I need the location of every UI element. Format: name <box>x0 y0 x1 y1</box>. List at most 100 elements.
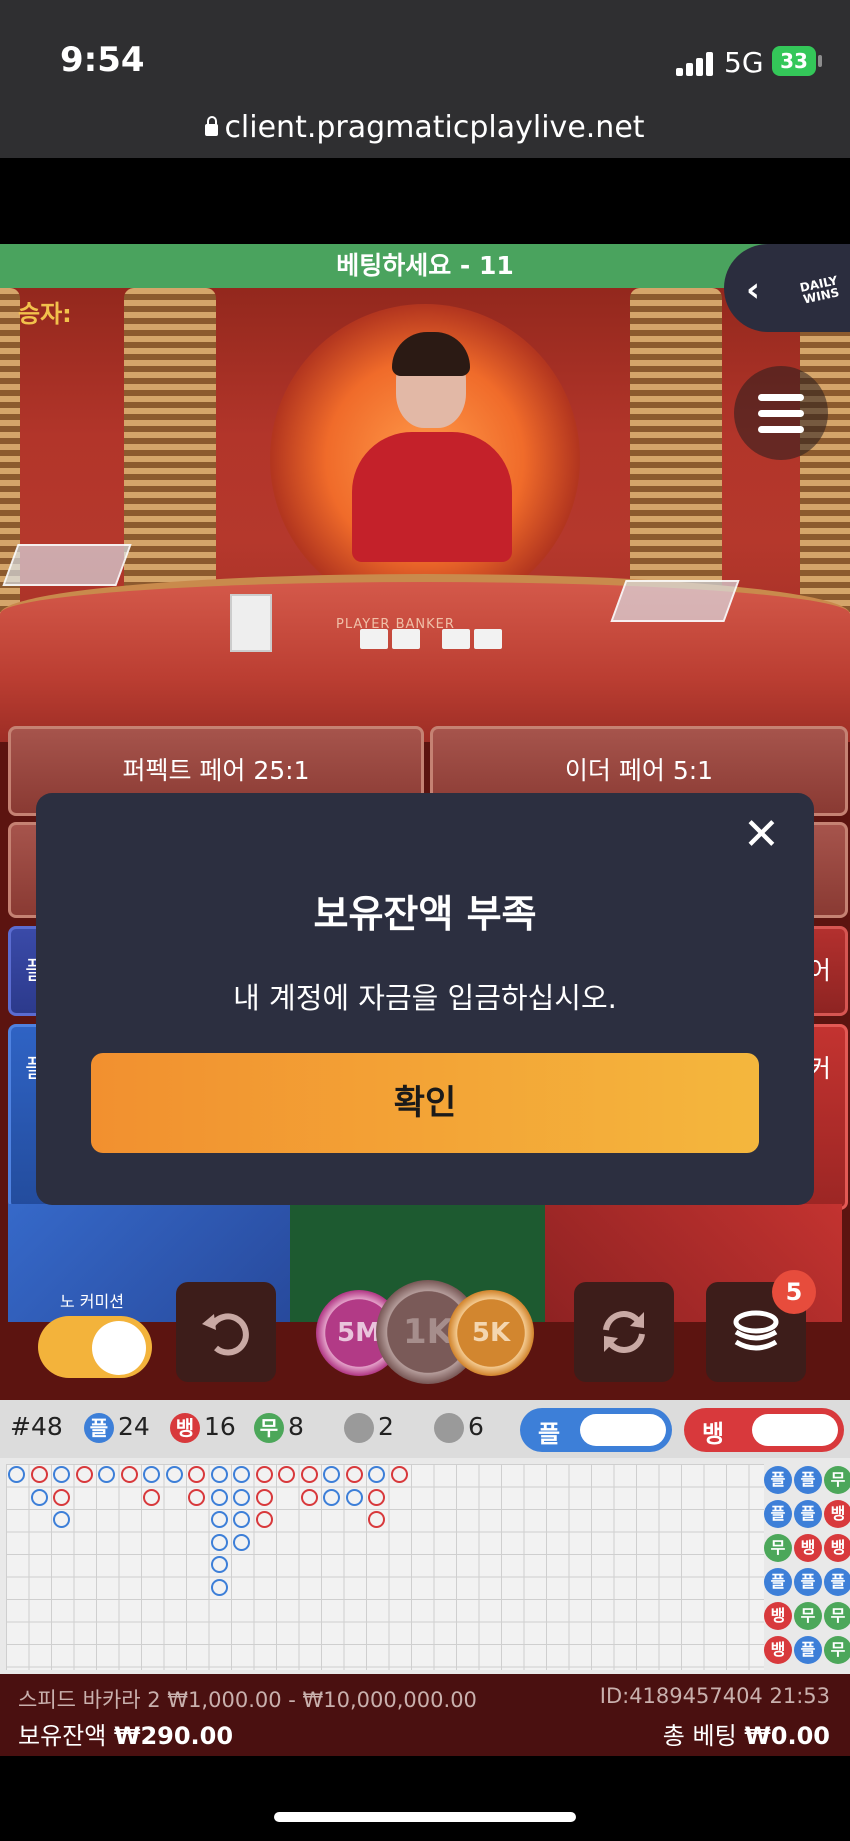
bead-marker: 플 <box>824 1568 850 1596</box>
player-ask-preview <box>580 1414 666 1446</box>
banker-pair-pill <box>434 1413 464 1443</box>
table-limits: 스피드 바카라 2 ₩1,000.00 - ₩10,000,000.00 <box>18 1688 477 1712</box>
road-marker <box>390 1466 408 1483</box>
chip-5k[interactable]: 5K <box>448 1290 534 1376</box>
road-marker <box>345 1488 363 1506</box>
road-marker <box>233 1533 250 1551</box>
road-marker <box>210 1511 228 1528</box>
hamburger-icon <box>758 394 804 401</box>
road-marker <box>323 1466 340 1483</box>
balance-label: 보유잔액 <box>18 1722 107 1750</box>
big-road-grid <box>6 1464 764 1670</box>
total-bet-value: ₩0.00 <box>744 1722 830 1750</box>
undo-button[interactable] <box>176 1282 276 1382</box>
card-deck <box>230 594 272 652</box>
battery-tip <box>818 55 822 67</box>
road-marker <box>210 1466 228 1483</box>
hamburger-icon <box>758 410 804 417</box>
road-marker <box>368 1511 385 1528</box>
round-number: #48 <box>10 1412 63 1441</box>
player-pair-value: 2 <box>378 1412 394 1441</box>
road-marker <box>368 1466 385 1483</box>
bead-plate: 플플무플플뱅무뱅뱅플플플뱅무무뱅플무 <box>764 1464 850 1670</box>
playing-card <box>360 629 388 649</box>
banker-pair-value: 6 <box>468 1412 484 1441</box>
banker-ask-preview <box>752 1414 838 1446</box>
undo-icon <box>202 1313 249 1356</box>
bead-marker: 플 <box>794 1466 822 1494</box>
refresh-icon <box>603 1311 645 1353</box>
tie-count-value: 8 <box>288 1412 304 1441</box>
balance-value: ₩290.00 <box>113 1722 234 1750</box>
road-marker <box>210 1578 228 1596</box>
bead-marker: 무 <box>824 1602 850 1630</box>
balance: 보유잔액 ₩290.00 <box>18 1716 233 1751</box>
road-marker <box>53 1488 70 1506</box>
bead-marker: 뱅 <box>794 1534 822 1562</box>
road-marker <box>323 1488 340 1506</box>
banker-ask-label: 뱅 <box>702 1420 725 1448</box>
road-marker <box>233 1488 250 1506</box>
chip-stack-icon <box>733 1310 779 1351</box>
url-text: client.pragmaticplaylive.net <box>224 110 645 145</box>
menu-button[interactable] <box>734 366 828 460</box>
road-marker <box>300 1488 318 1506</box>
bead-marker: 플 <box>794 1500 822 1528</box>
player-ask-label: 플 <box>538 1420 561 1448</box>
insufficient-balance-dialog: ✕ 보유잔액 부족 내 계정에 자금을 입금하십시오. 확인 <box>36 793 814 1205</box>
bead-marker: 플 <box>764 1500 792 1528</box>
dealer-body <box>352 432 512 562</box>
card-shoe <box>2 544 132 586</box>
road-marker <box>188 1488 205 1506</box>
no-commission-toggle[interactable] <box>38 1316 152 1378</box>
bet-timer-bar: 베팅하세요 - 11 <box>0 244 850 288</box>
daily-wins-button[interactable]: ‹ DAILY WINS <box>724 244 850 332</box>
player-pair-pill <box>344 1413 374 1443</box>
road-marker <box>8 1466 25 1483</box>
network-label: 5G <box>724 46 764 79</box>
toggle-knob <box>92 1321 146 1375</box>
road-marker <box>53 1511 70 1528</box>
chip-count-badge: 5 <box>772 1270 816 1314</box>
road-marker <box>165 1466 183 1483</box>
bead-marker: 플 <box>764 1568 792 1596</box>
road-marker <box>255 1511 273 1528</box>
total-bet: 총 베팅 ₩0.00 <box>663 1716 830 1751</box>
bead-marker: 플 <box>764 1466 792 1494</box>
rebet-button[interactable] <box>574 1282 674 1382</box>
player-pair-count: 2 <box>344 1412 394 1443</box>
road-marker <box>255 1466 273 1483</box>
bead-marker: 뱅 <box>764 1602 792 1630</box>
live-video: PLAYER BANKER <box>0 244 850 742</box>
playing-card <box>474 629 502 649</box>
hamburger-icon <box>758 426 804 433</box>
road-marker <box>143 1466 160 1483</box>
daily-wins-logo: DAILY WINS <box>798 273 841 307</box>
total-bet-label: 총 베팅 <box>662 1722 737 1750</box>
confirm-button[interactable]: 확인 <box>91 1053 759 1153</box>
perfect-pair-label: 퍼펙트 페어 25:1 <box>122 756 310 785</box>
either-pair-label: 이더 페어 5:1 <box>564 756 714 785</box>
bead-marker: 뱅 <box>824 1500 850 1528</box>
signal-icon <box>676 52 716 76</box>
road-marker <box>278 1466 295 1483</box>
bead-marker: 무 <box>824 1466 850 1494</box>
player-ask-button[interactable]: 플 <box>520 1408 672 1452</box>
close-icon[interactable]: ✕ <box>743 813 780 857</box>
banker-ask-button[interactable]: 뱅 <box>684 1408 844 1452</box>
player-count: 플 24 <box>84 1412 150 1443</box>
road-marker <box>188 1466 205 1483</box>
game-id: ID:4189457404 21:53 <box>599 1684 830 1708</box>
road-marker <box>75 1466 93 1483</box>
no-commission-label: 노 커미션 <box>60 1292 124 1311</box>
player-pill: 플 <box>84 1413 114 1443</box>
bead-marker: 무 <box>764 1534 792 1562</box>
road-marker <box>120 1466 138 1483</box>
battery-icon: 33 <box>772 46 816 76</box>
home-indicator[interactable] <box>274 1812 576 1822</box>
playing-card <box>442 629 470 649</box>
address-bar[interactable]: client.pragmaticplaylive.net <box>0 110 850 146</box>
road-marker <box>300 1466 318 1483</box>
banker-count-value: 16 <box>204 1412 236 1441</box>
road-marker <box>210 1488 228 1506</box>
